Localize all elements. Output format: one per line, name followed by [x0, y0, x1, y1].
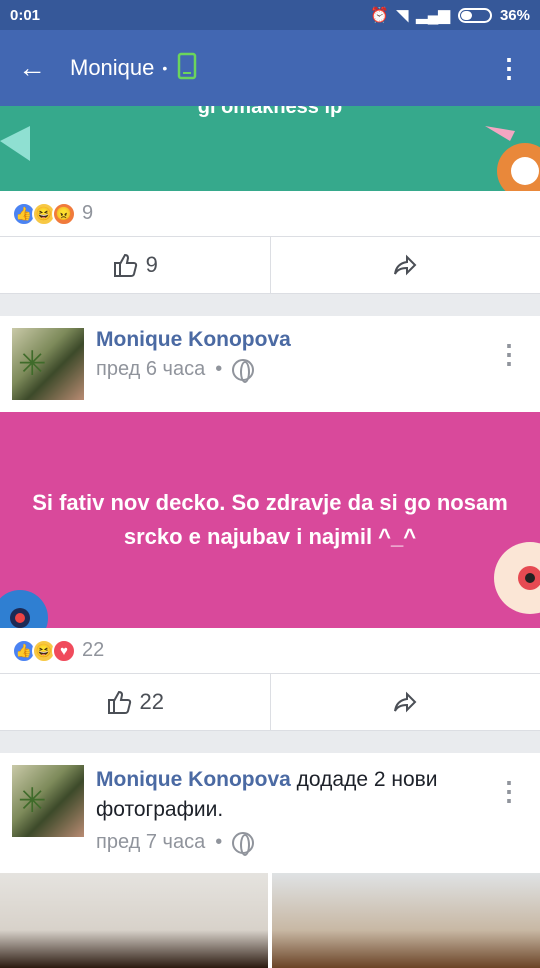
reaction-count: 9 — [82, 202, 93, 225]
post-text-banner: Si fativ nov decko. So zdravje da si go … — [0, 412, 540, 628]
reaction-summary[interactable]: 👍 😆 ♥ 22 — [0, 628, 540, 673]
umbrella-decoration — [480, 538, 540, 628]
reaction-count: 22 — [82, 639, 104, 662]
post-header: ✳ Monique Konopova додаде 2 нови фотогра… — [0, 753, 540, 873]
post-time[interactable]: пред 6 часа — [96, 358, 205, 381]
circle-decoration — [480, 121, 540, 191]
signal-icon: ▂▄▆ — [416, 6, 450, 24]
post-options-icon[interactable]: ⋮ — [496, 787, 522, 795]
like-count: 9 — [146, 252, 158, 278]
reaction-summary[interactable]: 👍 😆 😠 9 — [0, 191, 540, 236]
meta-separator: • — [215, 358, 222, 381]
photo-thumbnail[interactable] — [0, 873, 268, 968]
globe-icon — [232, 359, 254, 381]
post-options-icon[interactable]: ⋮ — [496, 350, 522, 358]
post-text: Si fativ nov decko. So zdravje da si go … — [20, 486, 520, 554]
triangle-decoration — [0, 121, 40, 161]
umbrella-decoration — [0, 568, 70, 628]
post-card-1: ĝi omakness ip 👍 😆 😠 9 9 — [0, 106, 540, 294]
status-icons: ⏰ ◥ ▂▄▆ 36% — [370, 6, 530, 24]
share-button[interactable] — [270, 674, 540, 730]
wifi-icon: ◥ — [397, 6, 409, 24]
overflow-menu-icon[interactable]: ⋮ — [496, 53, 522, 84]
title-separator: • — [162, 60, 167, 76]
clock: 0:01 — [10, 7, 370, 24]
photo-grid — [0, 873, 540, 968]
battery-percent: 36% — [500, 7, 530, 24]
post-time[interactable]: пред 7 часа — [96, 831, 205, 854]
post-actions: 9 — [0, 236, 540, 294]
back-arrow-icon[interactable]: ← — [18, 52, 58, 84]
share-arrow-icon — [392, 689, 418, 715]
app-bar: ← Monique • ⋮ — [0, 30, 540, 106]
share-button[interactable] — [270, 237, 540, 293]
feed: ĝi omakness ip 👍 😆 😠 9 9 ✳ Monique Konop… — [0, 106, 540, 968]
thumbs-up-icon — [106, 689, 132, 715]
mobile-phone-icon — [177, 52, 197, 85]
share-arrow-icon — [392, 252, 418, 278]
like-count: 22 — [140, 689, 164, 715]
status-bar: 0:01 ⏰ ◥ ▂▄▆ 36% — [0, 0, 540, 30]
like-button[interactable]: 9 — [0, 237, 270, 293]
meta-separator: • — [215, 831, 222, 854]
globe-icon — [232, 832, 254, 854]
angry-reaction-icon: 😠 — [52, 202, 76, 226]
thumbs-up-icon — [112, 252, 138, 278]
post-header: ✳ Monique Konopova пред 6 часа • ⋮ — [0, 316, 540, 412]
post-card-2: ✳ Monique Konopova пред 6 часа • ⋮ Si fa… — [0, 316, 540, 731]
post-card-3: ✳ Monique Konopova додаде 2 нови фотогра… — [0, 753, 540, 968]
love-reaction-icon: ♥ — [52, 639, 76, 663]
author-name[interactable]: Monique Konopova — [96, 768, 291, 791]
alarm-icon: ⏰ — [370, 6, 389, 24]
battery-icon — [458, 8, 492, 23]
banner-text: ĝi omakness ip — [0, 106, 540, 119]
avatar[interactable]: ✳ — [12, 328, 84, 400]
post-banner: ĝi omakness ip — [0, 106, 540, 191]
like-button[interactable]: 22 — [0, 674, 270, 730]
author-name[interactable]: Monique Konopova — [96, 328, 291, 352]
post-actions: 22 — [0, 673, 540, 731]
avatar[interactable]: ✳ — [12, 765, 84, 837]
photo-thumbnail[interactable] — [272, 873, 540, 968]
page-title: Monique — [70, 55, 154, 81]
